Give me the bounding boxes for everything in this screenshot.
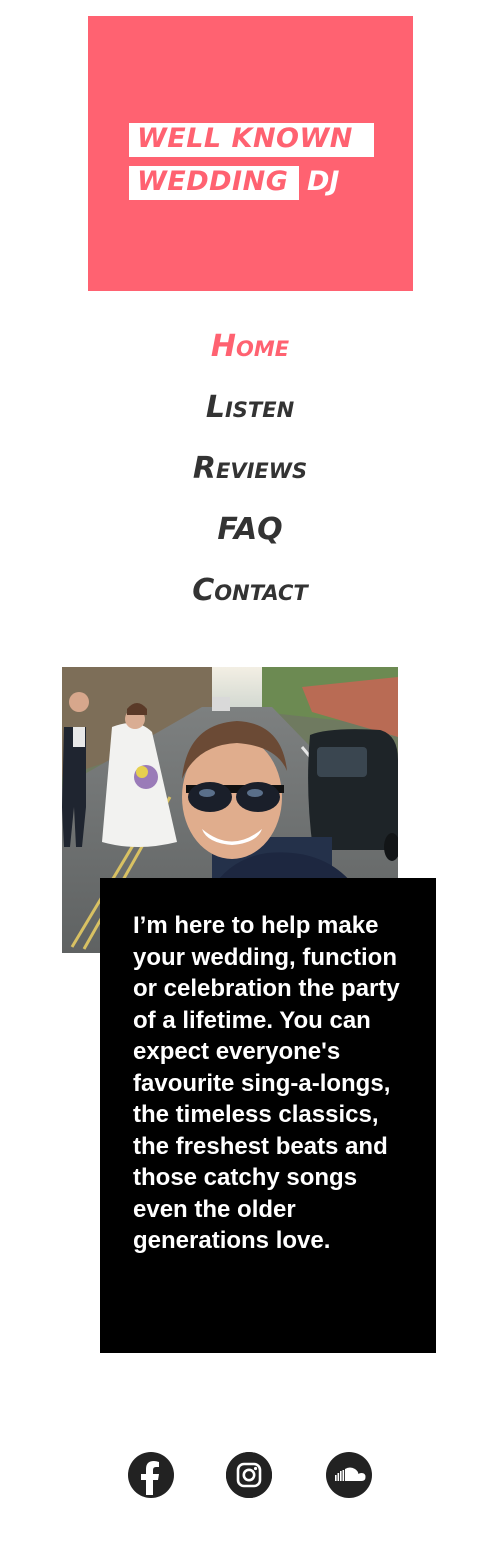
logo-line1: WELL KNOWN [129,123,374,157]
main-nav: Home Listen Reviews FAQ Contact [0,318,500,623]
intro-text: I’m here to help make your wedding, func… [133,912,400,1254]
facebook-icon [131,1455,171,1495]
instagram-icon [226,1452,272,1498]
nav-item-contact[interactable]: Contact [0,562,500,623]
site-logo[interactable]: WELL KNOWN WEDDING DJ [88,16,413,291]
soundcloud-link[interactable] [326,1452,372,1498]
logo-line2-suffix: DJ [307,166,340,197]
social-links [0,1452,500,1502]
facebook-link[interactable] [128,1452,174,1498]
intro-card: I’m here to help make your wedding, func… [100,878,436,1353]
nav-item-home[interactable]: Home [0,318,500,379]
logo-line2: WEDDING [129,166,299,200]
soundcloud-icon [328,1454,370,1496]
nav-item-listen[interactable]: Listen [0,379,500,440]
nav-item-faq[interactable]: FAQ [0,501,500,562]
instagram-link[interactable] [226,1452,272,1498]
nav-item-reviews[interactable]: Reviews [0,440,500,501]
